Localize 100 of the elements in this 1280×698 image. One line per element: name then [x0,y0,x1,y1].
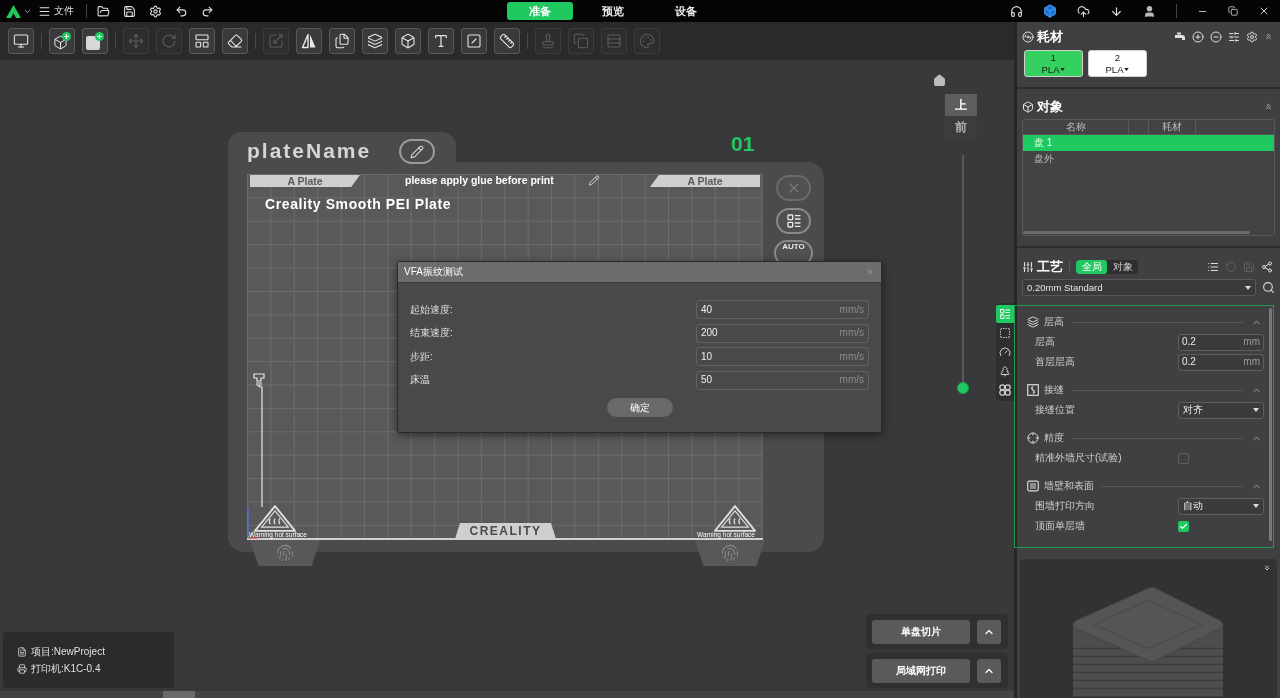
search-icon[interactable] [1262,281,1275,294]
list-layout-icon [999,308,1011,320]
toolbar-button[interactable] [494,28,520,54]
four-circles-icon [999,384,1011,396]
home-icon[interactable] [933,74,946,87]
horizontal-scrollbar[interactable] [0,691,1014,698]
mode-tab[interactable]: 设备 [653,2,719,20]
redo-icon[interactable] [201,4,214,18]
dropdown[interactable]: 自动 [1178,497,1264,515]
toolbar-button[interactable] [395,28,421,54]
tree-icon [999,365,1011,377]
restore-icon[interactable] [1228,6,1238,16]
number-field[interactable]: 200 mm/s [696,323,869,343]
edit-name-button[interactable] [399,139,435,164]
field-label: 步距: [410,351,434,362]
sliders-icon [1022,260,1034,273]
document-icon [17,646,27,657]
disc-icon [1022,30,1034,43]
group-title: 接缝 [1044,385,1064,395]
column-header: 耗材 [1149,120,1196,134]
expand-button[interactable] [977,619,1001,644]
material-name: PLA [1105,64,1124,74]
rotate-icon [161,33,177,49]
arrange-layout-icon [194,33,210,49]
group-title: 墙壁和表面 [1044,481,1094,491]
close-icon[interactable] [1258,5,1270,17]
triangle-logo-icon [6,4,21,18]
toolbar-button[interactable] [461,28,487,54]
undo-icon[interactable] [175,4,188,18]
settings-icon[interactable] [149,4,162,18]
toolbar-button[interactable] [8,28,34,54]
remove-circle-icon[interactable] [1210,30,1222,43]
rows-icon [606,33,622,49]
headset-icon[interactable] [1010,4,1023,18]
caret-down-icon [1124,67,1130,71]
setting-label: 接缝位置 [1035,405,1076,415]
action-button[interactable]: 局域网打印 [872,658,970,683]
toolbar-button[interactable] [296,28,322,54]
preset-dropdown[interactable]: 0.20mm Standard [1022,279,1256,296]
share-icon[interactable] [1261,260,1273,273]
toolbar-button[interactable] [189,28,215,54]
toolbar-button[interactable] [82,28,108,54]
toolbar-button[interactable] [222,28,248,54]
setting-label: 首层层高 [1035,357,1076,367]
dropdown[interactable]: 对齐 [1178,401,1264,419]
list-icon [785,213,802,229]
object-row[interactable]: 盘外 [1023,151,1274,167]
download-icon[interactable] [1110,4,1123,18]
confirm-button[interactable]: 确定 [606,398,673,417]
add-circle-icon[interactable] [1192,30,1204,43]
group-title: 层高 [1044,317,1064,327]
vertical-scrollbar[interactable] [1269,308,1272,541]
slider-thumb[interactable] [957,382,969,394]
eraser-icon [227,33,243,49]
number-field[interactable]: 0.2 mm [1178,333,1264,351]
number-field[interactable]: 0.2 mm [1178,353,1264,371]
layers-icon [367,33,383,49]
number-field[interactable]: 50 mm/s [696,370,869,390]
pencil-icon [410,144,424,159]
check-icon [1179,521,1188,531]
filament-slot[interactable]: 1 PLA [1024,50,1083,77]
ruler-icon [499,33,515,49]
cube-icon[interactable] [1043,4,1057,18]
folder-icon[interactable] [97,4,110,18]
heat-warning-icon [254,505,296,532]
sliders-icon[interactable] [1228,30,1240,43]
file-menu-button[interactable]: 文件 [38,4,74,18]
settings-icon[interactable] [1246,30,1258,43]
view-button[interactable]: 上 [945,94,977,116]
faucet-icon[interactable] [1174,30,1186,43]
glue-notice: please apply glue before print [405,174,554,187]
checkbox[interactable] [1178,452,1189,464]
expand-button[interactable] [977,658,1001,683]
number-field[interactable]: 10 mm/s [696,347,869,366]
number-field[interactable]: 40 mm/s [696,300,869,319]
double-chevron-up-icon[interactable] [1264,102,1273,111]
palette-icon [639,33,655,49]
monitor-icon [13,33,29,49]
slashed-square-icon [466,33,482,49]
list-icon[interactable] [1207,260,1219,273]
toolbar-button[interactable] [49,28,75,54]
menu-icon [38,4,51,18]
caret-down-icon [1253,408,1259,412]
scope-tab[interactable]: 对象 [1107,259,1138,274]
pencil-icon [588,175,600,186]
mode-tab[interactable]: 预览 [580,2,646,20]
toolbar-button[interactable] [329,28,355,54]
logo-menu-button[interactable] [6,3,32,19]
side-tab[interactable] [996,381,1014,399]
action-button[interactable]: 单盘切片 [872,619,970,644]
filament-slot[interactable]: 2 PLA [1088,50,1147,77]
checkbox[interactable] [1178,520,1189,532]
double-chevron-down-icon[interactable] [1263,564,1271,572]
setting-label: 精准外墙尺寸(试验) [1035,453,1123,463]
toolbar-button[interactable] [362,28,388,54]
cloud-upload-icon[interactable] [1077,4,1090,18]
user-icon[interactable] [1143,4,1156,18]
cube-icon [400,33,416,49]
double-chevron-up-icon[interactable] [1264,32,1273,41]
toolbar-button[interactable] [428,28,454,54]
